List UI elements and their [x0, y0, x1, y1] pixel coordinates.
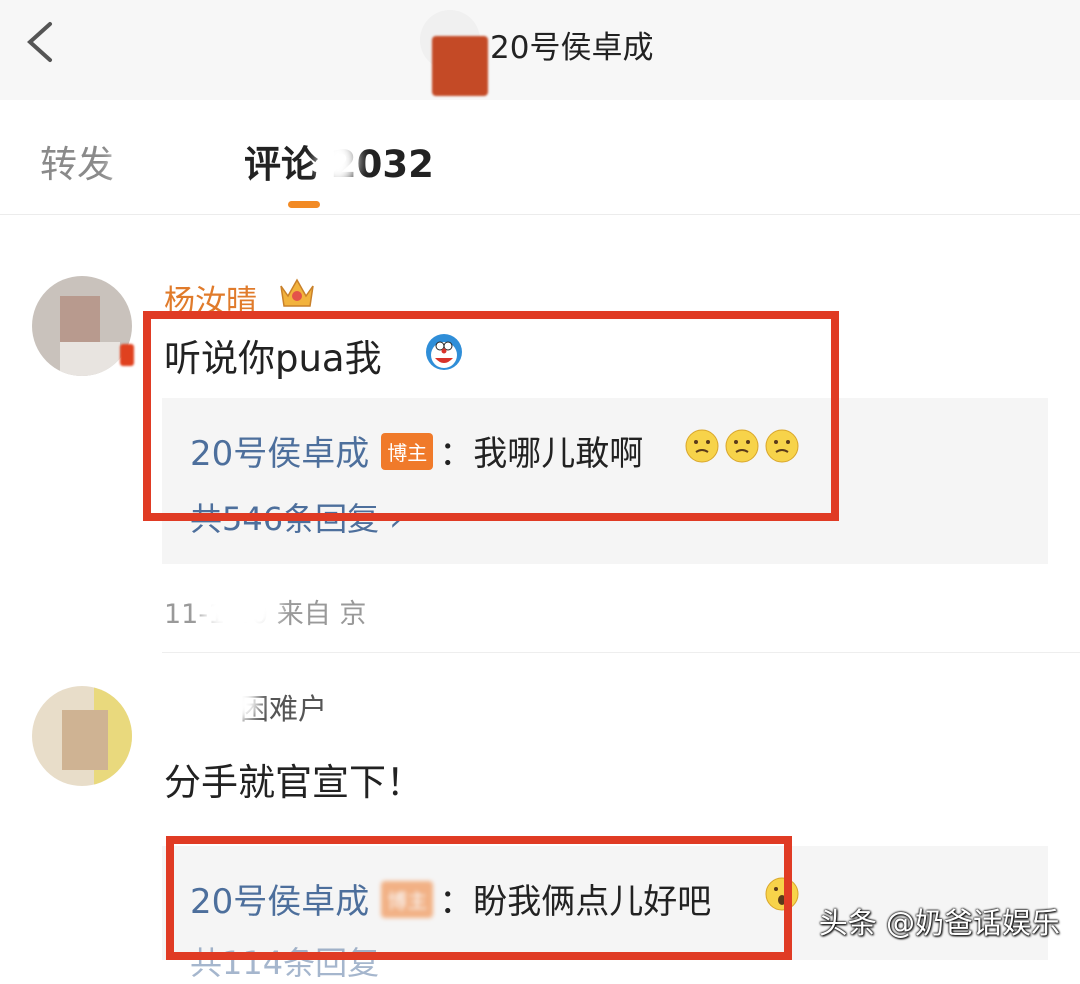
tab-bar: 转发 评论 2032: [0, 100, 1080, 215]
tab-forward[interactable]: 转发: [40, 134, 114, 188]
divider: [162, 652, 1080, 653]
redaction-blur: [318, 136, 358, 186]
redaction-blur: [170, 678, 260, 728]
avatar[interactable]: [32, 686, 132, 786]
highlight-box: [143, 311, 839, 521]
back-arrow-icon[interactable]: [22, 18, 62, 66]
comment-text: 分手就官宣下！: [164, 761, 423, 804]
highlight-box: [166, 836, 792, 960]
watermark: 头条 @奶爸话娱乐: [818, 906, 1060, 940]
redaction-blur: [200, 580, 280, 636]
page-title: 20号侯卓成: [490, 30, 654, 66]
crown-icon: [280, 278, 314, 307]
redaction-blur: [110, 140, 200, 190]
avatar[interactable]: [32, 276, 132, 376]
redaction-mark: [120, 344, 134, 366]
tab-active-indicator: [288, 201, 320, 208]
top-bar: 20号侯卓成: [0, 0, 1080, 101]
header-avatar[interactable]: [432, 36, 488, 96]
